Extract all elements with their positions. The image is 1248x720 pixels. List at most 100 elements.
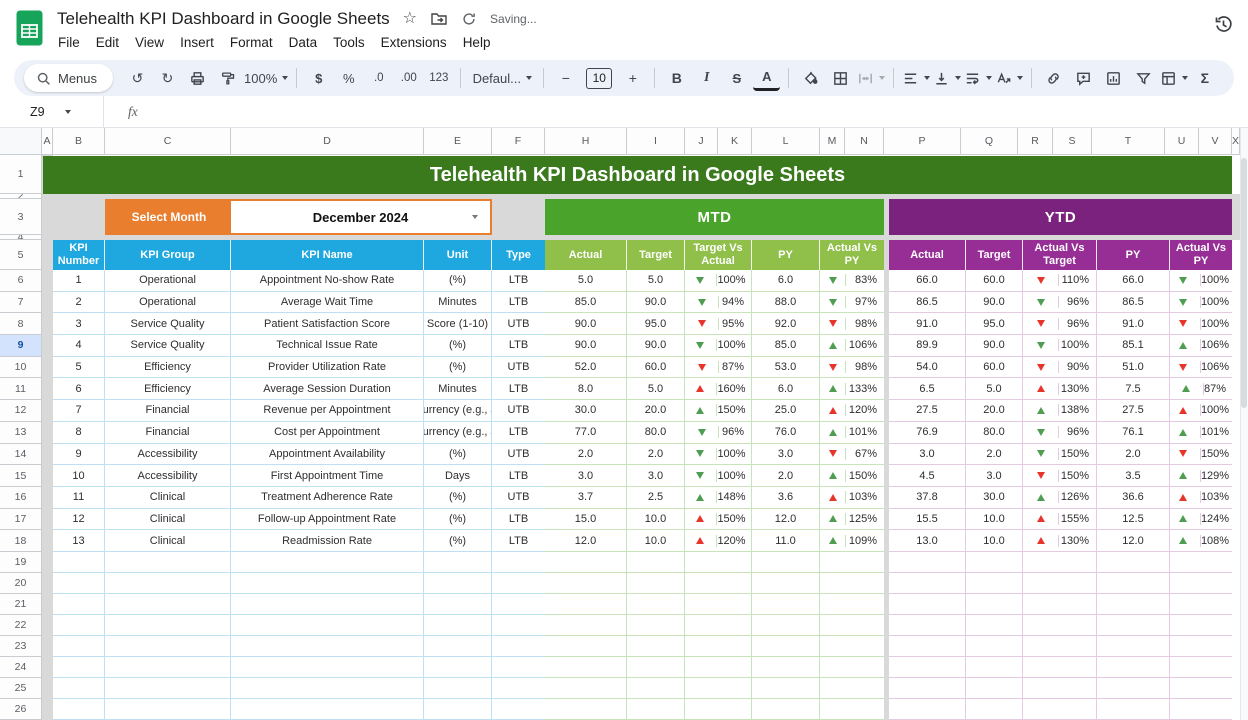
column-header-C[interactable]: C <box>105 128 231 155</box>
kpi-number-cell[interactable]: 5 <box>53 356 105 379</box>
kpi-name-cell[interactable]: First Appointment Time <box>231 465 424 487</box>
mtd-actual-vs-py-cell[interactable]: 98% <box>820 313 884 336</box>
column-header-J[interactable]: J <box>685 128 718 155</box>
empty-cell[interactable] <box>1170 635 1232 657</box>
kpi-group-cell[interactable]: Service Quality <box>105 313 231 336</box>
ytd-actual-vs-py-cell[interactable]: 106% <box>1170 335 1232 357</box>
empty-cell[interactable] <box>889 698 966 720</box>
empty-cell[interactable] <box>545 635 627 657</box>
mtd-target-vs-actual-cell[interactable]: 150% <box>685 508 752 531</box>
mtd-actual-cell[interactable]: 3.0 <box>545 465 627 487</box>
row-header-18[interactable]: 18 <box>0 530 42 552</box>
row-header-13[interactable]: 13 <box>0 421 42 444</box>
ytd-actual-vs-py-cell[interactable]: 87% <box>1170 378 1232 401</box>
mtd-actual-vs-py-cell[interactable]: 120% <box>820 400 884 422</box>
empty-cell[interactable] <box>685 572 752 594</box>
ytd-target-cell[interactable]: 10.0 <box>966 508 1023 531</box>
ytd-actual-vs-target-cell[interactable]: 130% <box>1023 530 1097 552</box>
empty-cell[interactable] <box>545 656 627 678</box>
ytd-py-cell[interactable]: 3.5 <box>1097 465 1170 487</box>
ytd-py-cell[interactable]: 12.5 <box>1097 508 1170 531</box>
ytd-actual-vs-py-cell[interactable]: 100% <box>1170 291 1232 314</box>
paint-format-button[interactable] <box>214 65 241 91</box>
kpi-number-cell[interactable]: 10 <box>53 465 105 487</box>
month-dropdown[interactable]: December 2024 <box>231 201 490 233</box>
type-cell[interactable]: UTB <box>492 486 545 509</box>
ytd-py-cell[interactable]: 51.0 <box>1097 356 1170 379</box>
row-header-15[interactable]: 15 <box>0 465 42 487</box>
select-all-corner[interactable] <box>0 128 42 155</box>
fx-label[interactable]: fx <box>128 104 138 120</box>
mtd-target-cell[interactable]: 2.5 <box>627 486 685 509</box>
empty-cell[interactable] <box>820 551 884 573</box>
kpi-group-cell[interactable]: Clinical <box>105 530 231 552</box>
kpi-number-cell[interactable]: 8 <box>53 421 105 444</box>
mtd-target-vs-actual-cell[interactable]: 100% <box>685 335 752 357</box>
mtd-actual-vs-py-cell[interactable]: 98% <box>820 356 884 379</box>
empty-cell[interactable] <box>492 614 545 636</box>
empty-cell[interactable] <box>545 698 627 720</box>
empty-cell[interactable] <box>424 593 492 615</box>
ytd-target-cell[interactable]: 30.0 <box>966 486 1023 509</box>
unit-cell[interactable]: (%) <box>424 335 492 357</box>
empty-cell[interactable] <box>1023 551 1097 573</box>
kpi-group-cell[interactable]: Financial <box>105 421 231 444</box>
kpi-number-cell[interactable]: 4 <box>53 335 105 357</box>
kpi-number-cell[interactable]: 11 <box>53 486 105 509</box>
mtd-target-cell[interactable]: 2.0 <box>627 443 685 466</box>
mtd-target-cell[interactable]: 3.0 <box>627 465 685 487</box>
empty-cell[interactable] <box>889 572 966 594</box>
empty-cell[interactable] <box>1097 614 1170 636</box>
empty-cell[interactable] <box>231 572 424 594</box>
empty-cell[interactable] <box>492 698 545 720</box>
ytd-target-cell[interactable]: 90.0 <box>966 291 1023 314</box>
menu-edit[interactable]: Edit <box>88 32 127 53</box>
mtd-target-vs-actual-cell[interactable]: 100% <box>685 465 752 487</box>
row-header-14[interactable]: 14 <box>0 443 42 466</box>
ytd-py-cell[interactable]: 2.0 <box>1097 443 1170 466</box>
empty-cell[interactable] <box>820 635 884 657</box>
mtd-actual-cell[interactable]: 5.0 <box>545 270 627 292</box>
type-cell[interactable]: LTB <box>492 508 545 531</box>
unit-cell[interactable]: (%) <box>424 530 492 552</box>
mtd-py-cell[interactable]: 6.0 <box>752 378 820 401</box>
column-header-I[interactable]: I <box>627 128 685 155</box>
empty-cell[interactable] <box>889 656 966 678</box>
empty-cell[interactable] <box>1097 572 1170 594</box>
mtd-py-cell[interactable]: 76.0 <box>752 421 820 444</box>
mtd-target-vs-actual-cell[interactable]: 120% <box>685 530 752 552</box>
ytd-actual-vs-py-cell[interactable]: 108% <box>1170 530 1232 552</box>
menu-file[interactable]: File <box>50 32 88 53</box>
ytd-actual-vs-target-cell[interactable]: 126% <box>1023 486 1097 509</box>
mtd-actual-cell[interactable]: 12.0 <box>545 530 627 552</box>
empty-cell[interactable] <box>492 593 545 615</box>
empty-cell[interactable] <box>627 572 685 594</box>
type-cell[interactable]: LTB <box>492 270 545 292</box>
empty-cell[interactable] <box>1023 593 1097 615</box>
empty-cell[interactable] <box>545 614 627 636</box>
decrease-decimals-button[interactable]: .0 <box>365 65 392 91</box>
row-header-21[interactable]: 21 <box>0 593 42 615</box>
kpi-number-cell[interactable]: 9 <box>53 443 105 466</box>
column-header-D[interactable]: D <box>231 128 424 155</box>
empty-cell[interactable] <box>820 677 884 699</box>
italic-button[interactable]: I <box>693 65 720 91</box>
column-header-A[interactable]: A <box>42 128 53 155</box>
empty-cell[interactable] <box>820 656 884 678</box>
unit-cell[interactable]: Currency (e.g., $) <box>424 421 492 444</box>
mtd-actual-vs-py-cell[interactable]: 125% <box>820 508 884 531</box>
functions-button[interactable]: Σ <box>1191 65 1218 91</box>
empty-cell[interactable] <box>627 656 685 678</box>
empty-cell[interactable] <box>545 677 627 699</box>
mtd-target-cell[interactable]: 80.0 <box>627 421 685 444</box>
ytd-target-cell[interactable]: 2.0 <box>966 443 1023 466</box>
kpi-number-cell[interactable]: 2 <box>53 291 105 314</box>
ytd-target-cell[interactable]: 60.0 <box>966 356 1023 379</box>
kpi-group-cell[interactable]: Operational <box>105 291 231 314</box>
mtd-actual-cell[interactable]: 85.0 <box>545 291 627 314</box>
kpi-group-cell[interactable]: Efficiency <box>105 378 231 401</box>
kpi-group-cell[interactable]: Clinical <box>105 508 231 531</box>
empty-cell[interactable] <box>966 572 1023 594</box>
empty-cell[interactable] <box>545 572 627 594</box>
empty-cell[interactable] <box>820 593 884 615</box>
